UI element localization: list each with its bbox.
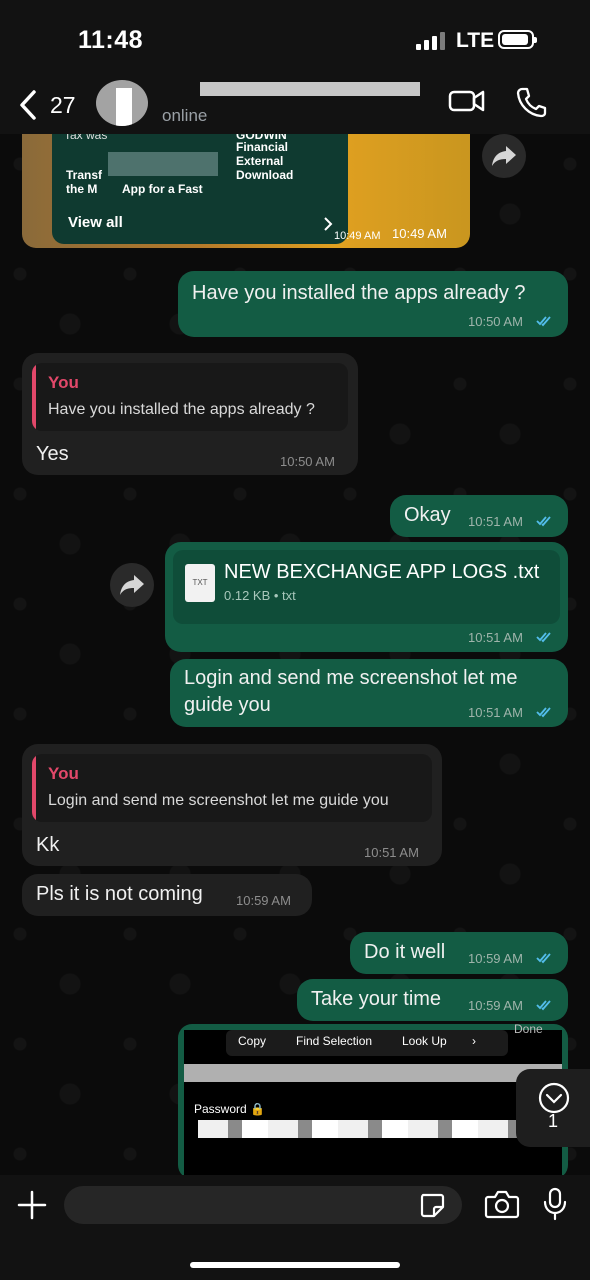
read-ticks-icon	[536, 707, 551, 718]
promo-snippet: Download	[236, 168, 294, 182]
plus-icon[interactable]	[17, 1190, 47, 1220]
outgoing-message[interactable]: Okay 10:51 AM	[390, 495, 568, 537]
quote-text: Have you installed the apps already ?	[48, 401, 315, 418]
read-ticks-icon	[536, 953, 551, 964]
screenshot-image: Done Copy Find Selection Look Up › Passw…	[184, 1024, 562, 1175]
message-text: Kk	[36, 834, 60, 856]
forward-icon	[492, 146, 516, 166]
composer-bar	[0, 1175, 590, 1280]
sticker-icon[interactable]	[418, 1191, 446, 1219]
message-time: 10:59 AM	[468, 951, 523, 966]
message-text: Do it well	[364, 941, 446, 963]
menu-find-selection: Find Selection	[296, 1034, 373, 1048]
chat-header: 27 online	[0, 80, 590, 134]
avatar[interactable]	[96, 80, 148, 126]
forward-button[interactable]	[482, 134, 526, 178]
quote-author: You	[48, 764, 79, 783]
incoming-message[interactable]: You Have you installed the apps already …	[22, 353, 358, 475]
file-icon: TXT	[185, 564, 215, 602]
quoted-message[interactable]: You Have you installed the apps already …	[32, 363, 348, 431]
outgoing-message[interactable]: Login and send me screenshot let me guid…	[170, 659, 568, 727]
outgoing-message[interactable]: Have you installed the apps already ? 10…	[178, 271, 568, 337]
unread-badge: 1	[547, 1111, 558, 1131]
phone-call-icon[interactable]	[516, 86, 548, 118]
quote-author: You	[48, 373, 79, 392]
read-ticks-icon	[536, 316, 551, 327]
file-icon-label: TXT	[192, 578, 208, 587]
promo-card: Tax was GODWIN Financial External Downlo…	[52, 134, 348, 244]
message-time: 10:50 AM	[280, 454, 335, 469]
chevron-right-icon	[324, 217, 333, 231]
redacted-block	[108, 152, 218, 176]
unread-count[interactable]: 27	[50, 92, 76, 119]
promo-snippet: External	[236, 154, 284, 168]
file-meta: 0.12 KB • txt	[224, 588, 296, 603]
read-ticks-icon	[536, 632, 551, 643]
home-indicator[interactable]	[190, 1262, 400, 1268]
menu-copy: Copy	[238, 1034, 267, 1048]
menu-more: ›	[472, 1034, 476, 1048]
battery-icon	[498, 30, 537, 49]
message-text: Yes	[36, 443, 69, 465]
scroll-to-bottom-button[interactable]: 1	[516, 1069, 590, 1147]
status-time: 11:48	[78, 26, 144, 54]
menu-look-up: Look Up	[402, 1034, 447, 1048]
network-label: LTE	[456, 29, 495, 52]
microphone-icon[interactable]	[542, 1187, 568, 1221]
chat-area[interactable]: Tax was GODWIN Financial External Downlo…	[0, 134, 590, 1175]
read-ticks-icon	[536, 1000, 551, 1011]
camera-icon[interactable]	[484, 1189, 520, 1219]
message-text: Pls it is not coming	[36, 883, 203, 905]
file-name: NEW BEXCHANGE APP LOGS .txt	[224, 561, 540, 583]
message-input[interactable]	[64, 1186, 462, 1224]
file-message[interactable]: TXT NEW BEXCHANGE APP LOGS .txt 0.12 KB …	[165, 542, 568, 652]
status-bar: 11:48 LTE	[0, 0, 590, 80]
message-time: 10:51 AM	[468, 514, 523, 529]
contact-name-redacted[interactable]	[200, 82, 420, 96]
message-time: 10:49 AM	[334, 230, 381, 242]
redacted-block	[184, 1064, 562, 1082]
message-time: 10:59 AM	[468, 998, 523, 1013]
signal-icon	[416, 32, 446, 50]
message-time: 10:51 AM	[468, 705, 523, 720]
message-time: 10:59 AM	[236, 893, 291, 908]
message-text: Login and send me screenshot let me	[184, 667, 518, 689]
promo-snippet: Transf	[66, 168, 103, 182]
promo-snippet: Tax was	[64, 134, 108, 142]
message-time: 10:49 AM	[392, 226, 447, 241]
promo-snippet: the M	[66, 182, 98, 196]
message-time: 10:51 AM	[364, 845, 419, 860]
file-card[interactable]: TXT NEW BEXCHANGE APP LOGS .txt 0.12 KB …	[173, 550, 560, 624]
outgoing-message[interactable]: Take your time 10:59 AM	[297, 979, 568, 1021]
forward-icon	[120, 575, 144, 595]
screenshot-message[interactable]: Done Copy Find Selection Look Up › Passw…	[178, 1024, 568, 1175]
quote-text: Login and send me screenshot let me guid…	[48, 792, 389, 809]
message-time: 10:50 AM	[468, 314, 523, 329]
promo-snippet: App for a Fast	[122, 182, 203, 196]
chevron-down-circle-icon	[538, 1082, 570, 1114]
message-text: Okay	[404, 504, 451, 526]
redacted-block	[198, 1120, 518, 1138]
message-text: guide you	[184, 694, 271, 716]
message-time: 10:51 AM	[468, 630, 523, 645]
read-ticks-icon	[536, 516, 551, 527]
incoming-message[interactable]: Pls it is not coming 10:59 AM	[22, 874, 312, 916]
outgoing-message[interactable]: Do it well 10:59 AM	[350, 932, 568, 974]
video-call-icon[interactable]	[448, 86, 486, 116]
contact-status: online	[162, 106, 208, 125]
message-text: Have you installed the apps already ?	[192, 282, 526, 304]
password-label: Password 🔒	[194, 1102, 265, 1116]
view-all-link[interactable]: View all	[68, 214, 123, 231]
promo-snippet: Financial	[236, 140, 289, 154]
incoming-message[interactable]: You Login and send me screenshot let me …	[22, 744, 442, 866]
context-menu: Copy Find Selection Look Up ›	[226, 1030, 508, 1056]
forward-button[interactable]	[110, 563, 154, 607]
done-label: Done	[514, 1024, 543, 1036]
message-text: Take your time	[311, 988, 442, 1010]
quoted-message[interactable]: You Login and send me screenshot let me …	[32, 754, 432, 822]
image-message[interactable]: Tax was GODWIN Financial External Downlo…	[22, 134, 470, 248]
